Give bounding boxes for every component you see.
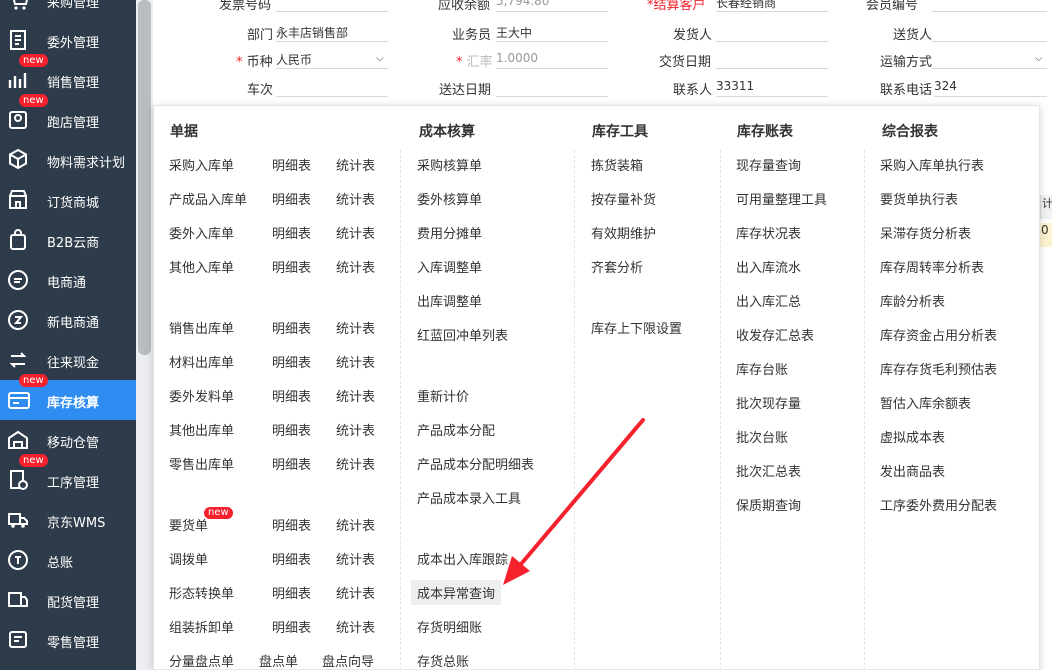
- annotation-arrow: [503, 418, 645, 585]
